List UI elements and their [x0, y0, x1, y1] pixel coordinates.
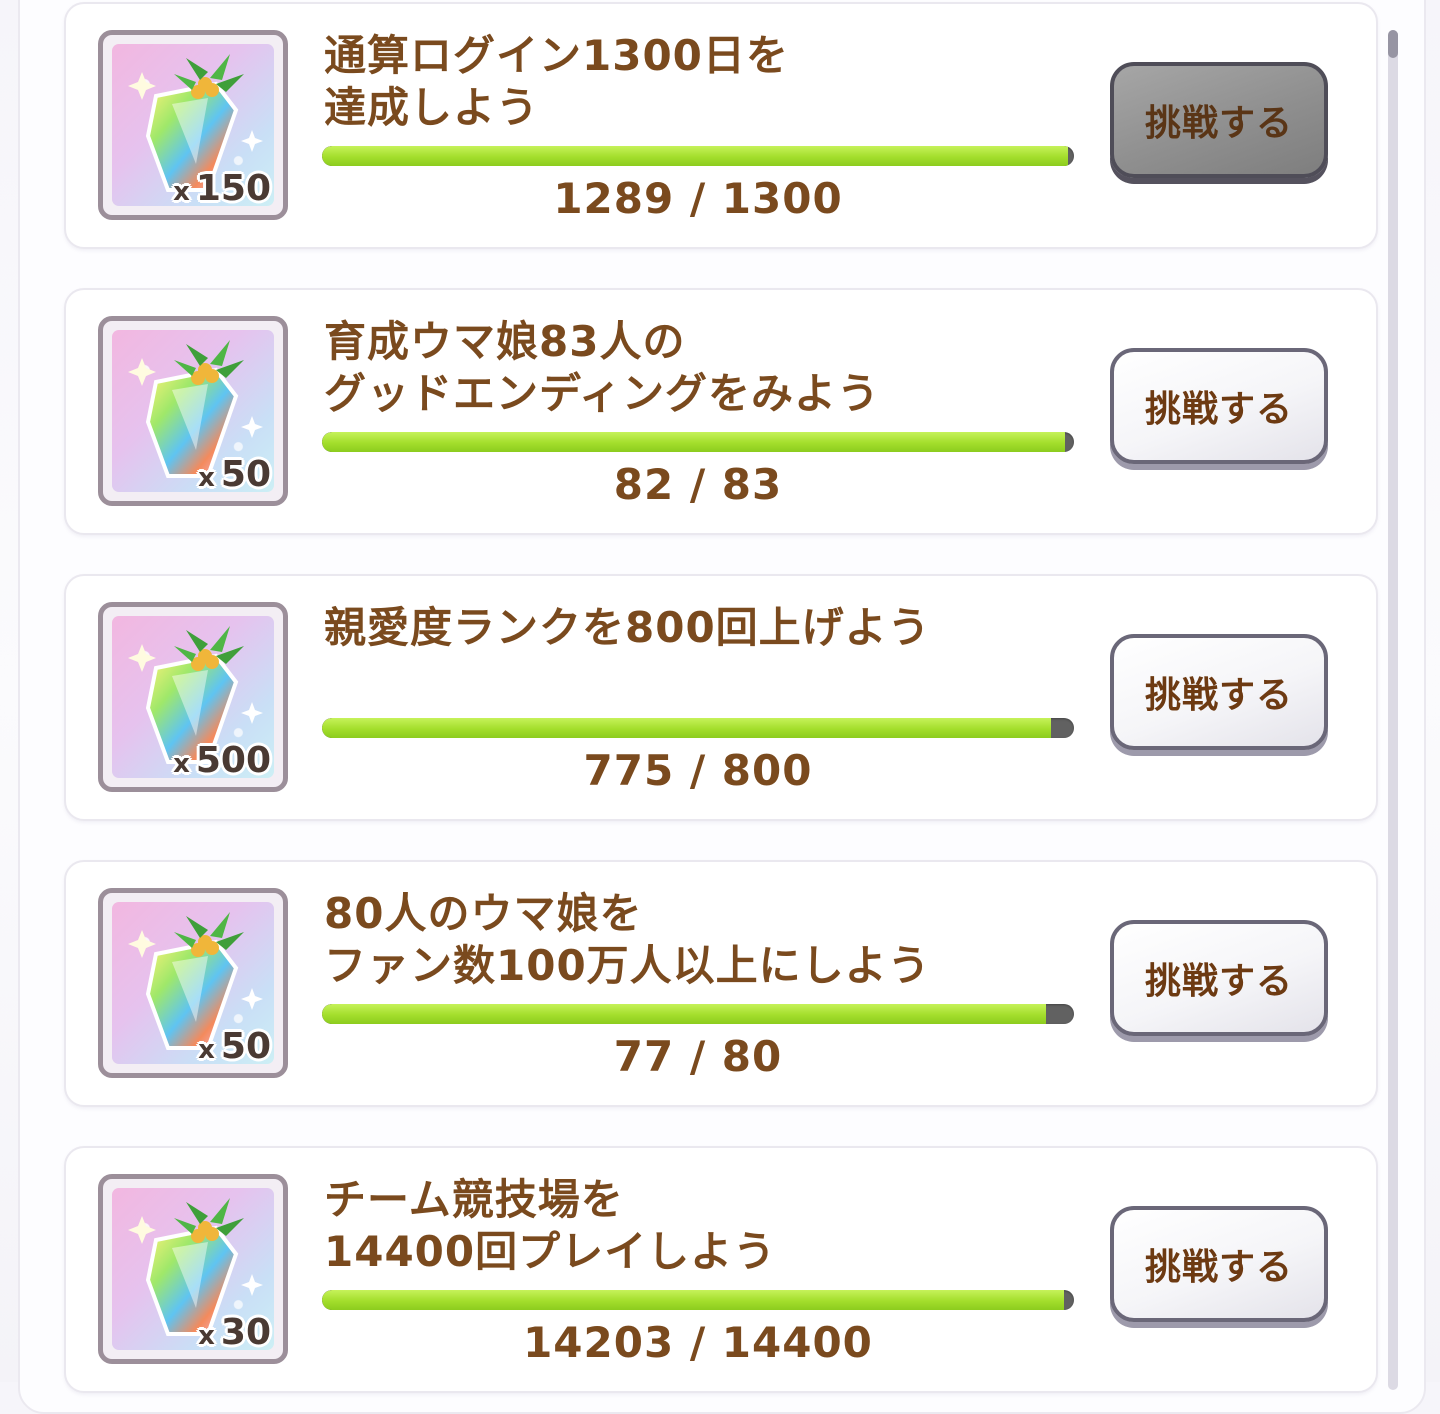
reward-quantity: x 50 [198, 457, 271, 493]
mission-card: x 500 親愛度ランクを800回上げよう 775 / 800 挑戦する [64, 574, 1378, 821]
mission-title-line: グッドエンディングをみよう [324, 369, 881, 418]
challenge-button-label: 挑戦する [1144, 103, 1293, 144]
progress-count: 82 / 83 [613, 460, 783, 509]
reward-quantity: x 150 [173, 171, 271, 207]
mission-title-line: ファン数100万人以上にしよう [324, 941, 931, 990]
reward-quantity-prefix: x [198, 1321, 215, 1351]
reward-quantity: x 50 [198, 1029, 271, 1065]
reward-quantity: x 30 [198, 1315, 271, 1351]
mission-card: x 150 通算ログイン1300日を 達成しよう 1289 / 1300 挑戦する [64, 2, 1378, 249]
challenge-button[interactable]: 挑戦する [1110, 1206, 1328, 1322]
mission-title-line: 80人のウマ娘を [324, 889, 643, 938]
mission-title: 80人のウマ娘を ファン数100万人以上にしよう [324, 888, 1064, 992]
mission-title: 育成ウマ娘83人の グッドエンディングをみよう [324, 316, 1064, 420]
progress-bar [322, 1004, 1074, 1024]
progress-bar-fill [322, 146, 1068, 166]
challenge-button-label: 挑戦する [1144, 675, 1293, 716]
mission-card: x 50 80人のウマ娘を ファン数100万人以上にしよう 77 / 80 挑戦する [64, 860, 1378, 1107]
reward-quantity-value: 50 [220, 454, 271, 495]
reward-quantity-prefix: x [198, 1035, 215, 1065]
reward-item: x 50 [98, 316, 288, 506]
progress-count: 14203 / 14400 [523, 1318, 873, 1367]
reward-quantity-value: 50 [220, 1026, 271, 1067]
mission-title-line: 育成ウマ娘83人の [324, 317, 686, 366]
challenge-button-label: 挑戦する [1144, 389, 1293, 430]
mission-title-line: チーム競技場を [324, 1175, 624, 1224]
mission-card: x 30 チーム競技場を 14400回プレイしよう 14203 / 14400 挑戦する [64, 1146, 1378, 1393]
progress-bar [322, 718, 1074, 738]
mission-title: 親愛度ランクを800回上げよう [324, 602, 1064, 654]
mission-title-line: 14400回プレイしよう [324, 1227, 777, 1276]
mission-title-line: 親愛度ランクを800回上げよう [324, 603, 931, 652]
progress-bar-fill [322, 1290, 1064, 1310]
progress-bar-fill [322, 432, 1065, 452]
mission-title-line: 通算ログイン1300日を [324, 31, 789, 80]
mission-card: x 50 育成ウマ娘83人の グッドエンディングをみよう 82 / 83 挑戦する [64, 288, 1378, 535]
reward-item: x 500 [98, 602, 288, 792]
mission-list: x 150 通算ログイン1300日を 達成しよう 1289 / 1300 挑戦する x 50 育… [0, 0, 1440, 1393]
challenge-button[interactable]: 挑戦する [1110, 920, 1328, 1036]
reward-quantity-prefix: x [173, 749, 190, 779]
challenge-button[interactable]: 挑戦する [1110, 348, 1328, 464]
scrollbar[interactable] [1388, 30, 1398, 1390]
reward-quantity-value: 150 [195, 168, 271, 209]
reward-quantity: x 500 [173, 743, 271, 779]
challenge-button-label: 挑戦する [1144, 1247, 1293, 1288]
progress-bar [322, 432, 1074, 452]
progress-count: 775 / 800 [583, 746, 813, 795]
progress-count: 77 / 80 [613, 1032, 783, 1081]
challenge-button[interactable]: 挑戦する [1110, 62, 1328, 178]
reward-quantity-value: 500 [195, 740, 271, 781]
reward-quantity-prefix: x [198, 463, 215, 493]
reward-item: x 30 [98, 1174, 288, 1364]
challenge-button-label: 挑戦する [1144, 961, 1293, 1002]
progress-count: 1289 / 1300 [553, 174, 843, 223]
scrollbar-thumb[interactable] [1388, 30, 1398, 58]
reward-quantity-prefix: x [173, 177, 190, 207]
mission-title-line: 達成しよう [324, 83, 540, 132]
mission-title: チーム競技場を 14400回プレイしよう [324, 1174, 1064, 1278]
progress-bar [322, 146, 1074, 166]
progress-bar-fill [322, 718, 1051, 738]
reward-item: x 150 [98, 30, 288, 220]
mission-title: 通算ログイン1300日を 達成しよう [324, 30, 1064, 134]
progress-bar [322, 1290, 1074, 1310]
progress-bar-fill [322, 1004, 1046, 1024]
challenge-button[interactable]: 挑戦する [1110, 634, 1328, 750]
reward-quantity-value: 30 [220, 1312, 271, 1353]
reward-item: x 50 [98, 888, 288, 1078]
